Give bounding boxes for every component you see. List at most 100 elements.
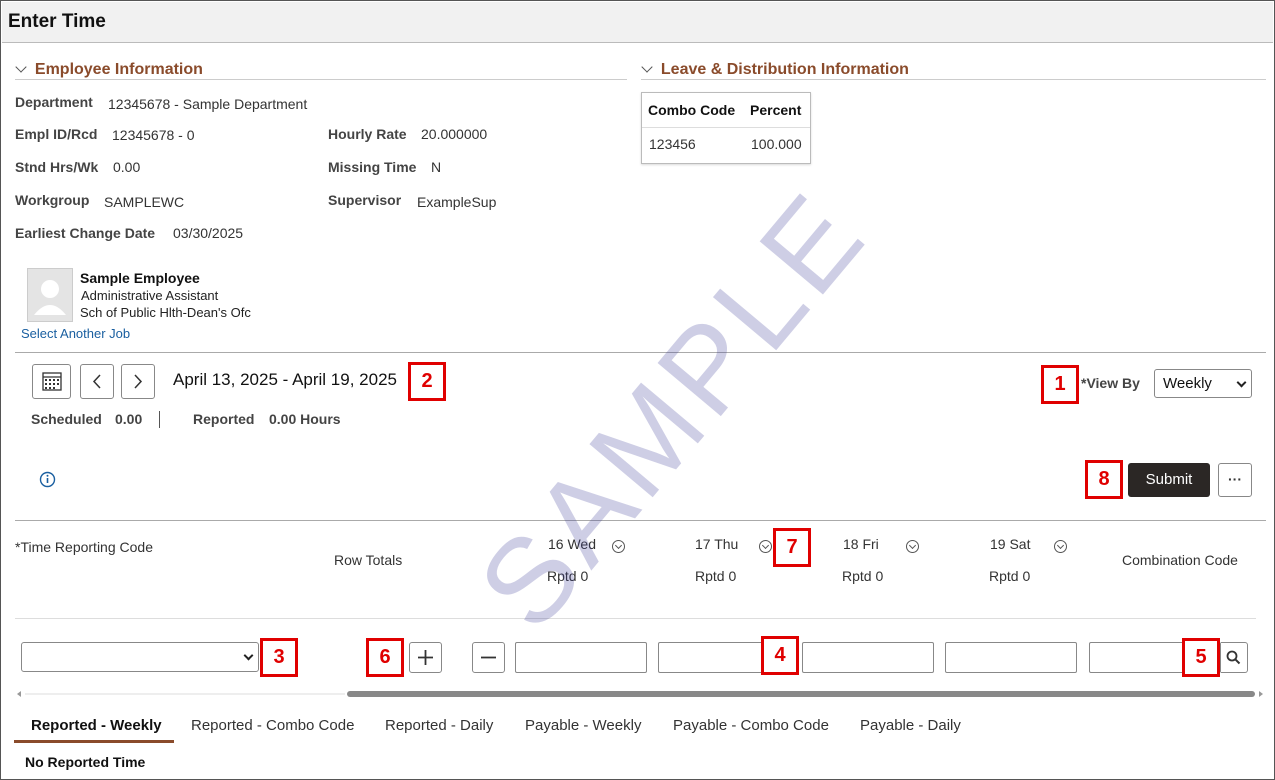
hours-input-sat[interactable] — [945, 642, 1077, 673]
combo-code-cell: 123456 — [649, 136, 696, 152]
callout-2: 2 — [408, 362, 446, 401]
day-header-fri: 18 Fri — [843, 536, 879, 552]
add-row-button[interactable] — [409, 642, 442, 673]
info-icon — [39, 471, 56, 488]
minus-icon — [481, 656, 496, 659]
combination-code-header: Combination Code — [1122, 552, 1238, 568]
callout-8: 8 — [1085, 460, 1123, 499]
divider — [159, 411, 160, 428]
calendar-icon — [42, 372, 62, 391]
empl-id-value: 12345678 - 0 — [112, 127, 195, 143]
view-by-label: *View By — [1081, 375, 1140, 391]
callout-7: 7 — [773, 528, 811, 567]
scheduled-value: 0.00 — [115, 411, 143, 427]
divider — [15, 79, 627, 80]
page-title-bar: Enter Time — [2, 2, 1273, 43]
workgroup-value: SAMPLEWC — [104, 194, 185, 210]
hours-input-wed[interactable] — [515, 642, 647, 673]
callout-1: 1 — [1041, 365, 1079, 404]
tab-payable-weekly[interactable]: Payable - Weekly — [525, 717, 641, 734]
stnd-hrs-value: 0.00 — [113, 159, 141, 175]
view-by-select[interactable]: Weekly — [1154, 369, 1252, 398]
view-by-value: Weekly — [1163, 375, 1212, 392]
empl-id-label: Empl ID/Rcd — [15, 126, 98, 142]
leave-info-heading: Leave & Distribution Information — [660, 61, 909, 78]
employee-dept: Sch of Public Hlth-Dean's Ofc — [80, 305, 251, 320]
chevron-down-icon[interactable] — [759, 537, 772, 553]
chevron-right-icon — [134, 374, 143, 389]
missing-time-value: N — [431, 159, 442, 175]
previous-period-button[interactable] — [80, 364, 114, 399]
chevron-left-icon — [92, 374, 101, 389]
percent-cell: 100.000 — [751, 136, 802, 152]
table-header: Combo Code Percent — [642, 93, 810, 128]
sample-watermark: SAMPLE — [453, 166, 892, 654]
chevron-down-icon — [15, 61, 27, 73]
stnd-hrs-label: Stnd Hrs/Wk — [15, 159, 99, 175]
rptd-thu: Rptd 0 — [695, 568, 737, 584]
submit-button[interactable]: Submit — [1128, 463, 1210, 497]
date-range: April 13, 2025 - April 19, 2025 — [173, 370, 397, 389]
workgroup-label: Workgroup — [15, 192, 90, 208]
callout-5: 5 — [1182, 638, 1220, 677]
row-totals-header: Row Totals — [334, 552, 403, 568]
department-label: Department — [15, 94, 93, 110]
horizontal-scrollbar[interactable] — [15, 685, 1265, 697]
select-another-job-link[interactable]: Select Another Job — [21, 326, 130, 341]
search-icon — [1226, 650, 1241, 665]
hourly-rate-value: 20.000000 — [421, 126, 488, 142]
delete-row-button[interactable] — [472, 642, 505, 673]
info-button[interactable] — [39, 471, 56, 491]
chevron-down-icon[interactable] — [906, 537, 919, 553]
plus-icon — [418, 650, 433, 665]
chevron-down-icon[interactable] — [1054, 537, 1067, 553]
avatar — [27, 268, 73, 322]
chevron-down-icon — [243, 650, 254, 661]
employee-info-heading: Employee Information — [34, 61, 203, 78]
department-value: 12345678 - Sample Department — [108, 96, 308, 112]
combo-code-table: Combo Code Percent 123456 100.000 — [641, 92, 811, 164]
tab-reported-weekly[interactable]: Reported - Weekly — [31, 717, 162, 734]
hourly-rate-label: Hourly Rate — [328, 126, 407, 142]
earliest-change-label: Earliest Change Date — [15, 225, 156, 241]
earliest-change-value: 03/30/2025 — [173, 225, 244, 241]
calendar-button[interactable] — [32, 364, 71, 399]
supervisor-label: Supervisor — [328, 192, 402, 208]
combo-code-header: Combo Code — [648, 102, 736, 118]
leave-info-toggle[interactable]: Leave & Distribution Information — [641, 61, 909, 79]
divider — [641, 79, 1266, 80]
reported-label: Reported — [193, 411, 255, 427]
employee-info-toggle[interactable]: Employee Information — [15, 61, 203, 79]
reported-value: 0.00 Hours — [269, 411, 341, 427]
enter-time-page: Enter Time Employee Information Departme… — [0, 0, 1275, 780]
tab-reported-daily[interactable]: Reported - Daily — [385, 717, 493, 734]
combination-code-lookup-button[interactable] — [1221, 642, 1248, 673]
tab-payable-daily[interactable]: Payable - Daily — [860, 717, 961, 734]
scrollbar-track — [17, 691, 1263, 697]
trc-select[interactable] — [21, 642, 259, 672]
hours-input-fri[interactable] — [802, 642, 934, 673]
more-actions-button[interactable]: ··· — [1218, 463, 1252, 497]
scheduled-label: Scheduled — [31, 411, 102, 427]
trc-header: *Time Reporting Code — [15, 539, 153, 555]
tab-payable-combo-code[interactable]: Payable - Combo Code — [673, 717, 829, 734]
day-header-thu: 17 Thu — [695, 536, 739, 552]
chevron-down-icon — [641, 61, 653, 73]
employee-name: Sample Employee — [80, 270, 200, 286]
missing-time-label: Missing Time — [328, 159, 417, 175]
next-period-button[interactable] — [121, 364, 155, 399]
rptd-sat: Rptd 0 — [989, 568, 1031, 584]
callout-4: 4 — [761, 636, 799, 675]
active-tab-indicator — [14, 740, 174, 743]
percent-header: Percent — [750, 102, 802, 118]
tab-reported-combo-code[interactable]: Reported - Combo Code — [191, 717, 354, 734]
page-title: Enter Time — [8, 11, 106, 32]
supervisor-value: ExampleSup — [417, 194, 497, 210]
callout-3: 3 — [260, 638, 298, 677]
callout-6: 6 — [366, 638, 404, 677]
employee-title: Administrative Assistant — [81, 288, 219, 303]
no-reported-time-message: No Reported Time — [25, 754, 146, 770]
person-icon — [34, 280, 66, 315]
chevron-down-icon — [1236, 377, 1247, 388]
divider — [15, 618, 1256, 619]
